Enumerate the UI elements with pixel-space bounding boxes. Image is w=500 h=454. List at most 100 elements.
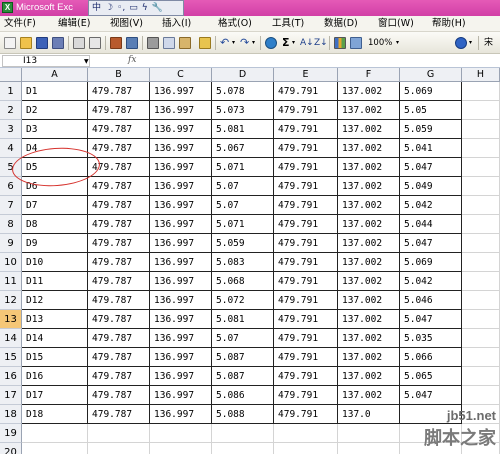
cell-f17[interactable]: 137.002 <box>338 386 400 405</box>
cell-h17[interactable] <box>462 386 500 405</box>
cell-a10[interactable]: D10 <box>22 253 88 272</box>
cell-f19[interactable] <box>338 424 400 443</box>
excel-app-icon[interactable]: X <box>2 2 13 13</box>
cell-e10[interactable]: 479.791 <box>274 253 338 272</box>
row-header-16[interactable]: 16 <box>0 367 22 386</box>
drawing-icon[interactable] <box>350 37 362 49</box>
cell-e15[interactable]: 479.791 <box>274 348 338 367</box>
cell-e11[interactable]: 479.791 <box>274 272 338 291</box>
cell-b2[interactable]: 479.787 <box>88 101 150 120</box>
ime-halfwidth-icon[interactable]: ☽ <box>105 2 113 14</box>
cut-icon[interactable] <box>147 37 159 49</box>
cell-d17[interactable]: 5.086 <box>212 386 274 405</box>
cell-h4[interactable] <box>462 139 500 158</box>
cell-e5[interactable]: 479.791 <box>274 158 338 177</box>
cell-c3[interactable]: 136.997 <box>150 120 212 139</box>
cell-d1[interactable]: 5.078 <box>212 82 274 101</box>
cell-e20[interactable] <box>274 443 338 454</box>
cell-e12[interactable]: 479.791 <box>274 291 338 310</box>
cell-b14[interactable]: 479.787 <box>88 329 150 348</box>
cell-h9[interactable] <box>462 234 500 253</box>
paste-icon[interactable] <box>179 37 191 49</box>
cell-f16[interactable]: 137.002 <box>338 367 400 386</box>
cell-g2[interactable]: 5.05 <box>400 101 462 120</box>
cell-g3[interactable]: 5.059 <box>400 120 462 139</box>
cell-d20[interactable] <box>212 443 274 454</box>
cell-f7[interactable]: 137.002 <box>338 196 400 215</box>
row-header-13[interactable]: 13 <box>0 310 22 329</box>
sort-ascending-icon[interactable]: A↓ <box>300 36 314 50</box>
cell-a19[interactable] <box>22 424 88 443</box>
cell-a1[interactable]: D1 <box>22 82 88 101</box>
cell-g5[interactable]: 5.047 <box>400 158 462 177</box>
cell-a17[interactable]: D17 <box>22 386 88 405</box>
menu-tools[interactable]: 工具(T) <box>272 17 304 31</box>
print-icon[interactable] <box>73 37 85 49</box>
cell-c8[interactable]: 136.997 <box>150 215 212 234</box>
menu-format[interactable]: 格式(O) <box>218 17 252 31</box>
cell-d2[interactable]: 5.073 <box>212 101 274 120</box>
redo-icon[interactable]: ↷ <box>240 36 249 50</box>
cell-c12[interactable]: 136.997 <box>150 291 212 310</box>
cell-b17[interactable]: 479.787 <box>88 386 150 405</box>
cell-b15[interactable]: 479.787 <box>88 348 150 367</box>
column-header-a[interactable]: A <box>22 68 88 82</box>
menu-edit[interactable]: 编辑(E) <box>58 17 90 31</box>
cell-d13[interactable]: 5.081 <box>212 310 274 329</box>
cell-g4[interactable]: 5.041 <box>400 139 462 158</box>
cell-h3[interactable] <box>462 120 500 139</box>
cell-d16[interactable]: 5.087 <box>212 367 274 386</box>
row-header-11[interactable]: 11 <box>0 272 22 291</box>
cell-g9[interactable]: 5.047 <box>400 234 462 253</box>
row-header-15[interactable]: 15 <box>0 348 22 367</box>
column-header-e[interactable]: E <box>274 68 338 82</box>
cell-d19[interactable] <box>212 424 274 443</box>
cell-h1[interactable] <box>462 82 500 101</box>
row-header-18[interactable]: 18 <box>0 405 22 424</box>
cell-f14[interactable]: 137.002 <box>338 329 400 348</box>
cell-e4[interactable]: 479.791 <box>274 139 338 158</box>
column-header-f[interactable]: F <box>338 68 400 82</box>
cell-c19[interactable] <box>150 424 212 443</box>
cell-d5[interactable]: 5.071 <box>212 158 274 177</box>
cell-c6[interactable]: 136.997 <box>150 177 212 196</box>
cell-g17[interactable]: 5.047 <box>400 386 462 405</box>
cell-a11[interactable]: D11 <box>22 272 88 291</box>
cell-h16[interactable] <box>462 367 500 386</box>
open-icon[interactable] <box>20 37 32 49</box>
cell-c9[interactable]: 136.997 <box>150 234 212 253</box>
row-header-4[interactable]: 4 <box>0 139 22 158</box>
ime-settings-icon[interactable]: 🔧 <box>152 2 163 14</box>
cell-b11[interactable]: 479.787 <box>88 272 150 291</box>
cell-g10[interactable]: 5.069 <box>400 253 462 272</box>
cell-g13[interactable]: 5.047 <box>400 310 462 329</box>
zoom-dropdown-icon[interactable]: ▾ <box>396 36 399 50</box>
cell-f9[interactable]: 137.002 <box>338 234 400 253</box>
cell-h12[interactable] <box>462 291 500 310</box>
cell-e3[interactable]: 479.791 <box>274 120 338 139</box>
cell-c20[interactable] <box>150 443 212 454</box>
cell-f18[interactable]: 137.0 <box>338 405 400 424</box>
cell-c15[interactable]: 136.997 <box>150 348 212 367</box>
menu-file[interactable]: 文件(F) <box>4 17 36 31</box>
ime-toolbar[interactable]: 中 ☽ ◦, ▭ ϟ 🔧 <box>88 0 184 16</box>
cell-b4[interactable]: 479.787 <box>88 139 150 158</box>
cell-e16[interactable]: 479.791 <box>274 367 338 386</box>
row-header-8[interactable]: 8 <box>0 215 22 234</box>
row-header-14[interactable]: 14 <box>0 329 22 348</box>
cell-b7[interactable]: 479.787 <box>88 196 150 215</box>
cell-b16[interactable]: 479.787 <box>88 367 150 386</box>
save-icon[interactable] <box>36 37 48 49</box>
cell-g15[interactable]: 5.066 <box>400 348 462 367</box>
cell-d10[interactable]: 5.083 <box>212 253 274 272</box>
cell-d6[interactable]: 5.07 <box>212 177 274 196</box>
zoom-select[interactable]: 100% <box>368 36 392 50</box>
cell-c17[interactable]: 136.997 <box>150 386 212 405</box>
cell-b18[interactable]: 479.787 <box>88 405 150 424</box>
undo-icon[interactable]: ↶ <box>220 36 229 50</box>
cell-b20[interactable] <box>88 443 150 454</box>
undo-dropdown-icon[interactable]: ▾ <box>232 36 235 50</box>
cell-a2[interactable]: D2 <box>22 101 88 120</box>
help-icon[interactable] <box>455 37 467 49</box>
cell-g16[interactable]: 5.065 <box>400 367 462 386</box>
